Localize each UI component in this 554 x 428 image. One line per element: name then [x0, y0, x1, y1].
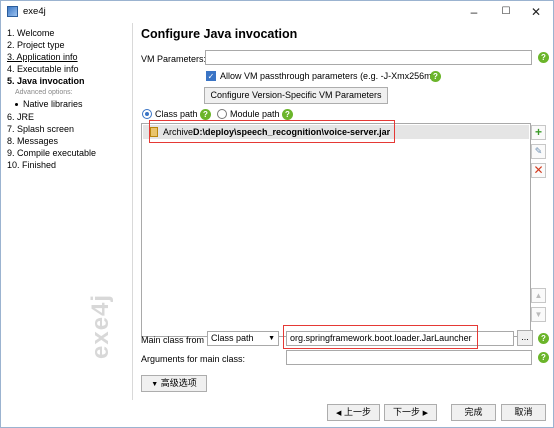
- step-compile-executable[interactable]: 9. Compile executable: [7, 148, 96, 158]
- main-class-source-value: Class path: [211, 333, 254, 343]
- step-native-libraries[interactable]: Native libraries: [15, 99, 83, 109]
- help-icon[interactable]: ?: [538, 333, 549, 344]
- back-label: 上一步: [343, 407, 371, 417]
- cancel-button[interactable]: 取消: [501, 404, 546, 421]
- modulepath-radio[interactable]: [217, 109, 227, 119]
- main-class-from-label: Main class from: [141, 335, 205, 345]
- add-entry-button[interactable]: +: [531, 125, 546, 140]
- remove-entry-button[interactable]: ✕: [531, 163, 546, 178]
- main-panel: Configure Java invocation VM Parameters:…: [134, 23, 553, 400]
- step-jre[interactable]: 6. JRE: [7, 112, 34, 122]
- main-class-source-select[interactable]: Class path ▼: [207, 331, 279, 346]
- exe4j-watermark: exe4j: [87, 293, 114, 359]
- help-icon[interactable]: ?: [282, 109, 293, 120]
- help-icon[interactable]: ?: [200, 109, 211, 120]
- step-application-info[interactable]: 3. Application info: [7, 52, 78, 62]
- allow-passthrough-checkbox[interactable]: ✓: [206, 71, 216, 81]
- modulepath-radio-label: Module path: [230, 109, 280, 119]
- arrow-right-icon: ▶: [422, 410, 428, 417]
- exe4j-window: exe4j – ☐ ✕ 1. Welcome 2. Project type 3…: [0, 0, 554, 428]
- advanced-options-label: 高级选项: [160, 378, 197, 388]
- classpath-list[interactable]: Archive D:\deploy\speech_recognition\voi…: [141, 123, 531, 337]
- step-finished[interactable]: 10. Finished: [7, 160, 56, 170]
- back-button[interactable]: ◀ 上一步: [327, 404, 380, 421]
- arrow-left-icon: ◀: [336, 410, 342, 417]
- vm-parameters-label: VM Parameters:: [141, 54, 207, 64]
- native-libraries-label: Native libraries: [23, 99, 83, 109]
- next-button[interactable]: 下一步 ▶: [384, 404, 437, 421]
- classpath-radio-label: Class path: [155, 109, 198, 119]
- finish-button[interactable]: 完成: [451, 404, 496, 421]
- edit-entry-button[interactable]: ✎: [531, 144, 546, 159]
- classpath-radio[interactable]: [142, 109, 152, 119]
- help-icon[interactable]: ?: [538, 52, 549, 63]
- next-label: 下一步: [393, 407, 421, 417]
- step-messages[interactable]: 8. Messages: [7, 136, 58, 146]
- highlight-box: [149, 120, 395, 143]
- advanced-options-label: Advanced options:: [15, 89, 73, 96]
- configure-vm-parameters-button[interactable]: Configure Version-Specific VM Parameters: [204, 87, 388, 104]
- allow-passthrough-label: Allow VM passthrough parameters (e.g. -J…: [220, 71, 435, 81]
- step-java-invocation[interactable]: 5. Java invocation: [7, 76, 85, 86]
- exe4j-app-icon: [7, 6, 18, 17]
- move-down-button[interactable]: ▼: [531, 307, 546, 322]
- step-splash-screen[interactable]: 7. Splash screen: [7, 124, 74, 134]
- bullet-icon: [15, 103, 18, 107]
- title-bar: exe4j – ☐ ✕: [1, 1, 553, 23]
- maximize-button[interactable]: ☐: [491, 1, 521, 23]
- help-icon[interactable]: ?: [430, 71, 441, 82]
- help-icon[interactable]: ?: [538, 352, 549, 363]
- wizard-footer: ◀ 上一步 下一步 ▶ 完成 取消: [134, 400, 553, 427]
- advanced-options-button[interactable]: ▼ 高级选项: [141, 375, 207, 392]
- page-title: Configure Java invocation: [141, 27, 298, 41]
- close-button[interactable]: ✕: [521, 1, 551, 23]
- chevron-down-icon: ▼: [268, 335, 275, 342]
- chevron-down-icon: ▼: [151, 381, 159, 388]
- move-up-button[interactable]: ▲: [531, 288, 546, 303]
- window-title: exe4j: [23, 6, 46, 17]
- wizard-steps-sidebar: 1. Welcome 2. Project type 3. Applicatio…: [1, 23, 133, 400]
- step-executable-info[interactable]: 4. Executable info: [7, 64, 79, 74]
- browse-button[interactable]: ...: [517, 330, 533, 346]
- highlight-box: [283, 325, 478, 349]
- arguments-input[interactable]: [286, 350, 532, 365]
- vm-parameters-input[interactable]: [205, 50, 532, 65]
- step-welcome[interactable]: 1. Welcome: [7, 28, 54, 38]
- step-project-type[interactable]: 2. Project type: [7, 40, 65, 50]
- minimize-button[interactable]: –: [459, 1, 489, 23]
- arguments-label: Arguments for main class:: [141, 354, 246, 364]
